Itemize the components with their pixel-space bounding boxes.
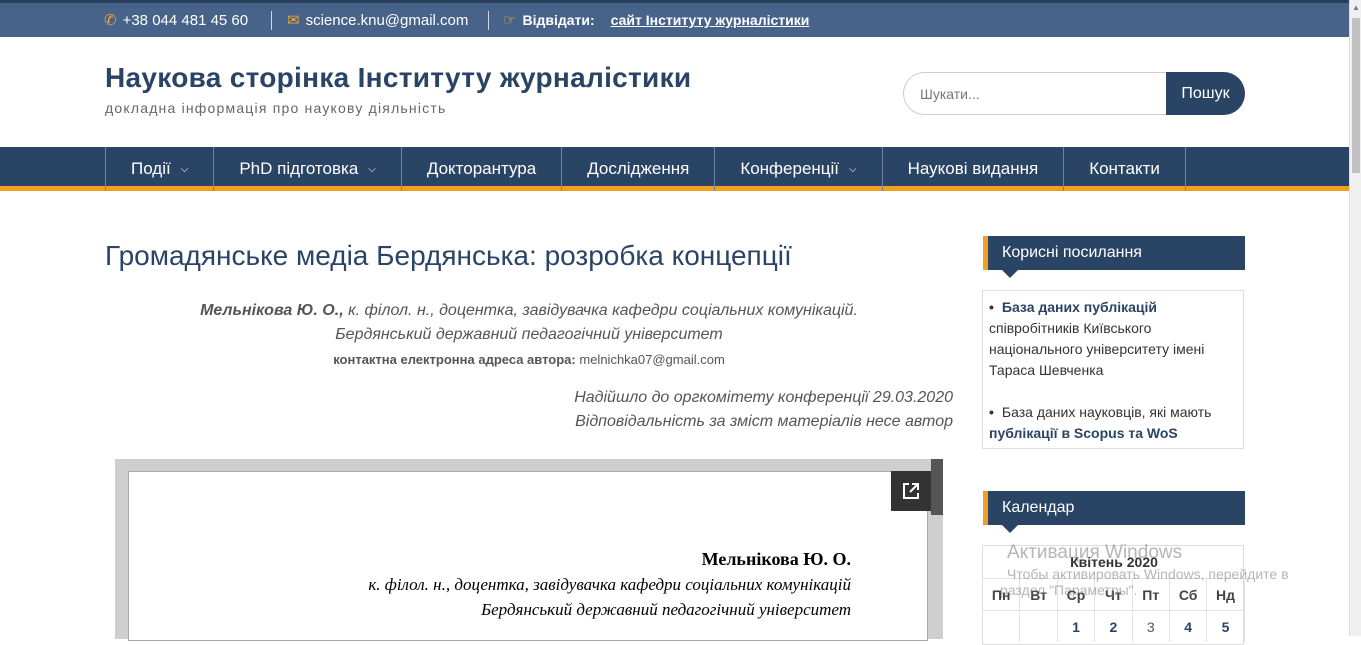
visit-block: ☞ Відвідати: сайт Інституту журналістики xyxy=(503,11,809,29)
calendar-day-link[interactable]: 5 xyxy=(1207,610,1245,642)
nav-item-label: PhD підготовка xyxy=(239,159,359,178)
nav-item-label: Події xyxy=(131,159,171,178)
nav-item-conferences[interactable]: Конференції ⌵ xyxy=(715,147,883,191)
nav-item-label: Наукові видання xyxy=(907,159,1039,178)
contact-email[interactable]: melnichka07@gmail.com xyxy=(579,352,724,367)
link-bold: публікації в Scopus та WoS xyxy=(989,425,1178,441)
page-scrollbar[interactable]: ▲ xyxy=(1349,0,1361,636)
link-text: База даних науковців, які мають xyxy=(1001,404,1212,420)
calendar-day-link[interactable]: 1 xyxy=(1057,610,1096,642)
search-input[interactable] xyxy=(903,72,1173,115)
useful-links: • База даних публікацій співробітників Ки… xyxy=(982,290,1244,449)
calendar-week: 1 2 3 4 5 xyxy=(983,610,1245,642)
chevron-down-icon: ⌵ xyxy=(849,163,857,175)
doc-position: к. філол. н., доцентка, завідувачка кафе… xyxy=(368,575,851,594)
calendar-day-link[interactable]: 4 xyxy=(1169,610,1208,642)
calendar-widget-title: Календар xyxy=(983,491,1245,533)
watermark-line: раздел "Параметры". xyxy=(1000,582,1138,598)
site-description: докладна інформація про наукову діяльніс… xyxy=(105,100,447,116)
doc-university: Бердянський державний педагогічний уніве… xyxy=(481,600,851,619)
author-name: Мельнікова Ю. О., xyxy=(200,302,344,319)
divider xyxy=(488,11,489,30)
nav-item-publications[interactable]: Наукові видання xyxy=(883,147,1065,191)
activation-watermark-text: Чтобы активировать Windows, перейдите в … xyxy=(1000,566,1289,598)
calendar-day xyxy=(1020,610,1058,642)
watermark-line: Чтобы активировать Windows, перейдите в xyxy=(1007,566,1289,582)
scroll-up-icon[interactable]: ▲ xyxy=(1352,3,1360,12)
calendar-day xyxy=(983,610,1021,642)
link-bold: База даних публікацій xyxy=(1001,299,1158,315)
chevron-down-icon: ⌵ xyxy=(368,163,376,175)
envelope-icon: ✉ xyxy=(287,12,300,29)
article-title: Громадянське медіа Бердянська: розробка … xyxy=(105,240,792,271)
nav-item-label: Дослідження xyxy=(587,159,690,178)
activation-watermark-title: Активация Windows xyxy=(1007,542,1183,563)
phone-number: +38 044 481 45 60 xyxy=(122,11,249,29)
chevron-down-icon: ⌵ xyxy=(180,163,189,175)
nav-item-phd[interactable]: PhD підготовка ⌵ xyxy=(214,147,402,191)
document-viewer[interactable]: Мельнікова Ю. О. к. філол. н., доцентка,… xyxy=(115,459,943,641)
calendar-day-link[interactable]: 2 xyxy=(1095,610,1133,642)
divider xyxy=(271,11,272,30)
calendar-day: 3 xyxy=(1132,610,1170,642)
email-contact[interactable]: ✉ science.knu@gmail.com xyxy=(287,11,469,30)
top-bar: ✆ +38 044 481 45 60 ✉ science.knu@gmail.… xyxy=(0,0,1349,37)
scrollbar-thumb[interactable] xyxy=(1352,18,1360,173)
nav-item-label: Конференції xyxy=(740,159,840,178)
responsibility-note: Відповідальність за зміст матеріалів нес… xyxy=(575,413,953,430)
author-position: к. філол. н., доцентка, завідувачка кафе… xyxy=(348,302,858,319)
doc-author: Мельнікова Ю. О. xyxy=(701,549,851,569)
open-external-icon[interactable] xyxy=(891,471,931,511)
email-address: science.knu@gmail.com xyxy=(305,11,469,29)
hand-pointer-icon: ☞ xyxy=(503,12,517,29)
site-title[interactable]: Наукова сторінка Інституту журналістики xyxy=(105,62,691,94)
institute-site-link[interactable]: сайт Інституту журналістики xyxy=(611,12,810,28)
nav-item-research[interactable]: Дослідження xyxy=(562,147,716,191)
viewer-scrollbar[interactable] xyxy=(931,459,943,515)
search-button[interactable]: Пошук xyxy=(1166,72,1245,115)
nav-list: Події ⌵ PhD підготовка ⌵ Докторантура До… xyxy=(105,147,1186,191)
links-widget-title: Корисні посилання xyxy=(983,236,1245,278)
contact-label: контактна електронна адреса автора: xyxy=(333,352,576,367)
nav-item-contacts[interactable]: Контакти xyxy=(1064,147,1186,191)
visit-label: Відвідати: xyxy=(522,12,595,28)
bullet: • xyxy=(989,299,994,315)
bullet: • xyxy=(989,404,994,420)
received-date: Надійшло до оргкомітету конференції 29.0… xyxy=(574,389,953,406)
contact-line: контактна електронна адреса автора: meln… xyxy=(105,352,953,367)
phone-icon: ✆ xyxy=(104,12,117,29)
link-text: співробітників Київського національного … xyxy=(989,320,1205,378)
author-university: Бердянський державний педагогічний уніве… xyxy=(335,326,723,343)
document-page: Мельнікова Ю. О. к. філол. н., доцентка,… xyxy=(128,471,928,641)
author-line: Мельнікова Ю. О., к. філол. н., доцентка… xyxy=(105,302,953,320)
search-form: Пошук xyxy=(903,72,1245,115)
link-item[interactable]: • База даних науковців, які мають публіка… xyxy=(989,402,1233,444)
nav-item-label: Докторантура xyxy=(426,159,537,178)
phone-contact[interactable]: ✆ +38 044 481 45 60 xyxy=(104,11,249,30)
nav-item-doctorate[interactable]: Докторантура xyxy=(402,147,563,191)
link-item[interactable]: • База даних публікацій співробітників Ки… xyxy=(989,297,1233,381)
nav-item-events[interactable]: Події ⌵ xyxy=(106,147,215,191)
main-nav: Події ⌵ PhD підготовка ⌵ Докторантура До… xyxy=(0,147,1349,191)
nav-item-label: Контакти xyxy=(1089,159,1160,178)
